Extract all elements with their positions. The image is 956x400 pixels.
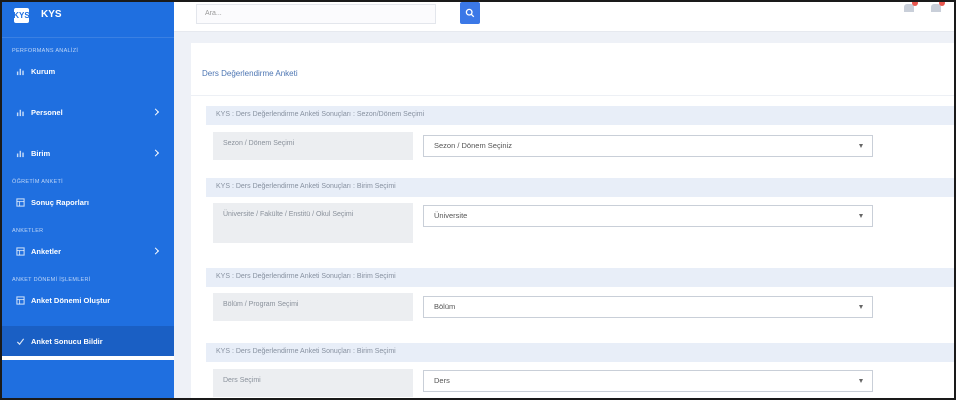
divider: [191, 95, 954, 96]
bolum-select-value: Bölüm: [434, 302, 456, 311]
sidebar-item-label: Sonuç Raporları: [31, 197, 89, 207]
bolum-label: Bölüm / Program Seçimi: [213, 293, 413, 321]
sidebar-item-personel[interactable]: Personel: [2, 97, 174, 127]
bolum-select[interactable]: Bölüm: [423, 296, 873, 318]
sidebar-item-kurum[interactable]: Kurum: [2, 56, 174, 86]
sidebar-item-label: Anket Dönemi Oluştur: [31, 295, 111, 305]
block-heading-universite: KYS : Ders Değerlendirme Anketi Sonuçlar…: [206, 178, 954, 197]
block-heading-bolum: KYS : Ders Değerlendirme Anketi Sonuçlar…: [206, 268, 954, 287]
caret-down-icon: [859, 305, 863, 309]
sidebar-section-anketler: ANKETLER: [12, 228, 44, 234]
sidebar-section-anket-donemi: ANKET DÖNEMİ İŞLEMLERİ: [12, 277, 91, 283]
chart-icon: [15, 66, 25, 76]
sidebar-item-sonuc-raporlari[interactable]: Sonuç Raporları: [2, 187, 174, 217]
sidebar-item-anketler[interactable]: Anketler: [2, 236, 174, 266]
sezon-select[interactable]: Sezon / Dönem Seçiniz: [423, 135, 873, 157]
notification-icon[interactable]: [904, 2, 918, 14]
ders-select[interactable]: Ders: [423, 370, 873, 392]
user-badge: [939, 2, 945, 6]
sidebar-item-anket-sonucu-bildir[interactable]: Anket Sonucu Bildir: [2, 326, 174, 360]
sidebar-item-label: Personel: [31, 107, 63, 117]
brand-title: KYS: [41, 9, 62, 20]
sidebar-section-ogretim: ÖĞRETİM ANKETİ: [12, 179, 63, 185]
block-heading-sezon: KYS : Ders Değerlendirme Anketi Sonuçlar…: [206, 106, 954, 125]
chevron-right-icon: [151, 247, 160, 255]
chevron-right-icon: [151, 149, 160, 157]
sidebar-section-performans: PERFORMANS ANALİZİ: [12, 48, 79, 54]
sidebar: KYS KYS PERFORMANS ANALİZİ Kurum Persone…: [2, 2, 174, 398]
universite-label: Üniversite / Fakülte / Enstitü / Okul Se…: [213, 203, 413, 243]
app-frame: KYS KYS PERFORMANS ANALİZİ Kurum Persone…: [0, 0, 956, 400]
grid-icon: [15, 295, 25, 305]
grid-icon: [15, 246, 25, 256]
caret-down-icon: [859, 144, 863, 148]
user-menu-icon[interactable]: [931, 2, 945, 14]
sidebar-item-label: Anket Sonucu Bildir: [31, 336, 103, 346]
page-title: Ders Değerlendirme Anketi: [202, 69, 298, 78]
sezon-label: Sezon / Dönem Seçimi: [213, 132, 413, 160]
caret-down-icon: [859, 379, 863, 383]
topbar: Ara...: [174, 2, 954, 32]
check-icon: [15, 336, 25, 346]
caret-down-icon: [859, 214, 863, 218]
ders-select-value: Ders: [434, 376, 450, 385]
chart-icon: [15, 148, 25, 158]
notification-badge: [912, 2, 918, 6]
ders-label: Ders Seçimi: [213, 369, 413, 397]
main-content: Ders Değerlendirme Anketi KYS : Ders Değ…: [174, 32, 954, 398]
sidebar-item-label: Birim: [31, 148, 51, 158]
chevron-right-icon: [151, 108, 160, 116]
sidebar-item-anket-donemi-olustur[interactable]: Anket Dönemi Oluştur: [2, 285, 174, 315]
sidebar-item-label: Kurum: [31, 66, 56, 76]
universite-select[interactable]: Üniversite: [423, 205, 873, 227]
search-button[interactable]: [460, 2, 480, 24]
block-heading-ders: KYS : Ders Değerlendirme Anketi Sonuçlar…: [206, 343, 954, 362]
brand[interactable]: KYS KYS: [2, 2, 174, 38]
search-input[interactable]: Ara...: [196, 4, 436, 24]
sezon-select-value: Sezon / Dönem Seçiniz: [434, 141, 512, 150]
chart-icon: [15, 107, 25, 117]
brand-logo: KYS: [13, 8, 30, 23]
sidebar-item-label: Anketler: [31, 246, 62, 256]
search-icon: [465, 8, 475, 18]
universite-select-value: Üniversite: [434, 211, 468, 220]
sidebar-item-birim[interactable]: Birim: [2, 138, 174, 168]
survey-card: Ders Değerlendirme Anketi KYS : Ders Değ…: [191, 43, 954, 398]
grid-icon: [15, 197, 25, 207]
